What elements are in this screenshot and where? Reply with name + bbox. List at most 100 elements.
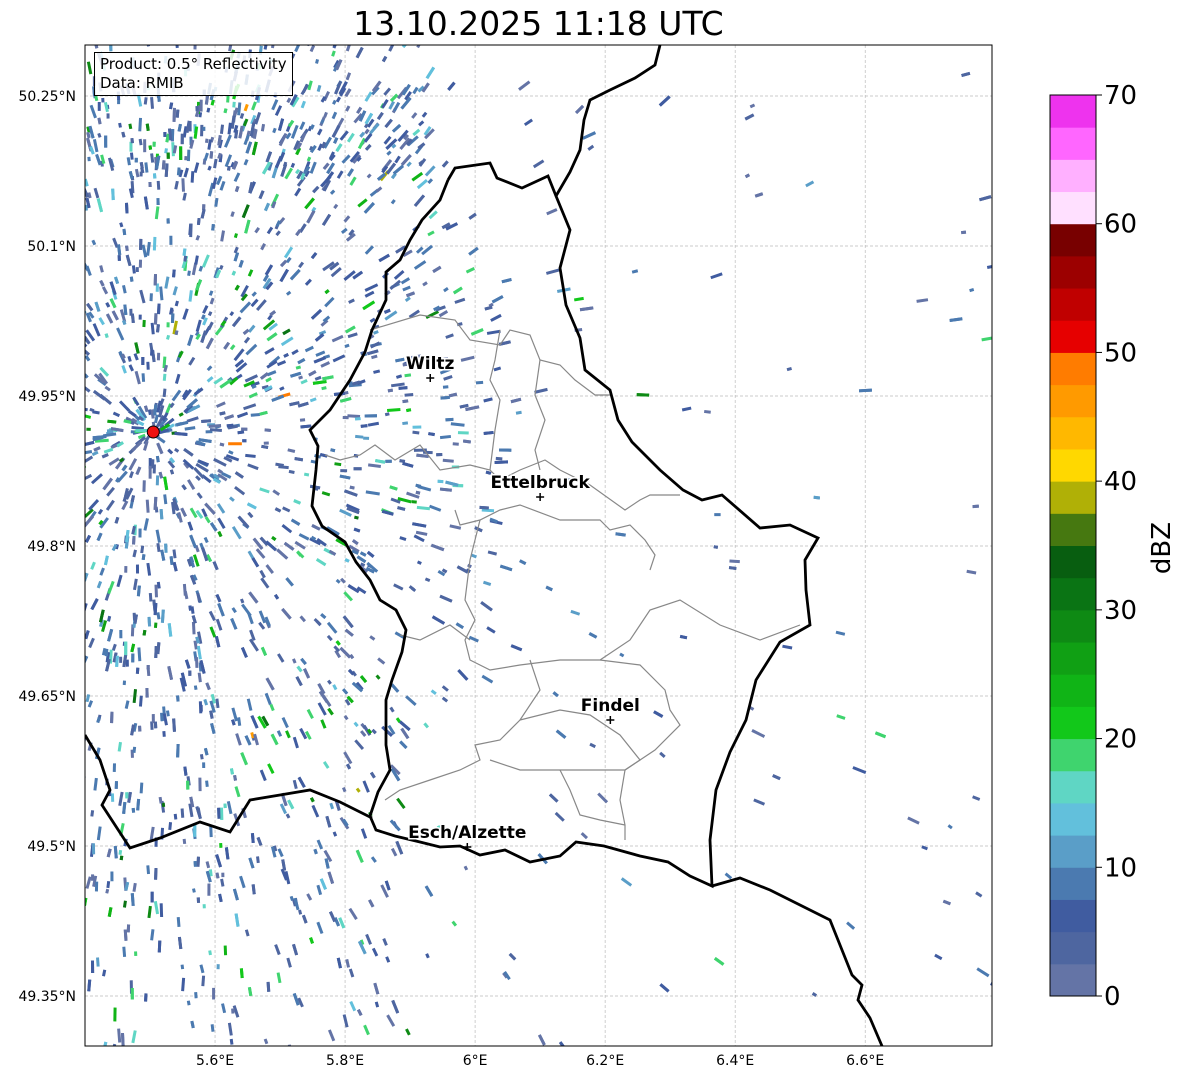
radar-echo [772,774,781,781]
radar-echo [121,500,129,511]
radar-echo [5,476,18,484]
radar-echo [46,206,55,218]
canton-border [454,504,656,571]
radar-echo [237,515,250,528]
radar-echo [353,527,361,533]
radar-echo [969,288,975,293]
radar-echo [363,202,375,214]
radar-echo [76,21,81,35]
radar-echo [428,504,442,512]
radar-echo [347,168,354,177]
radar-echo [72,351,79,358]
radar-echo [311,524,321,531]
radar-echo [363,133,373,143]
radar-echo [296,665,303,673]
radar-echo [275,230,281,237]
radar-echo [68,293,76,303]
radar-echo [631,269,639,274]
radar-echo [234,913,240,927]
radar-echo [176,917,181,928]
radar-echo [247,324,256,333]
radar-echo [4,143,11,154]
radar-echo [300,100,306,109]
colorbar-bin [1050,223,1096,257]
radar-echo [128,458,138,471]
radar-echo [340,227,348,234]
radar-echo [157,940,162,953]
radar-echo [62,19,68,29]
radar-echo [312,185,320,194]
radar-echo [402,285,411,292]
radar-echo [244,219,251,234]
radar-echo [31,415,38,419]
radar-echo [233,172,241,182]
radar-echo [244,929,250,937]
radar-echo [51,482,65,491]
radar-echo [120,1032,125,1046]
radar-echo [49,341,61,352]
radar-echo [395,374,403,379]
radar-echo [132,746,137,754]
lon-tick-label: 5.8°E [326,1053,364,1069]
radar-echo [349,1000,357,1012]
radar-echo [63,290,71,301]
radar-echo [378,253,390,263]
radar-echo [432,265,442,273]
radar-echo [349,653,355,660]
radar-echo [143,97,148,105]
radar-echo [314,375,322,381]
radar-echo [241,427,248,431]
radar-echo [229,344,236,351]
radar-echo [236,411,249,419]
radar-echo [751,729,766,738]
radar-echo [238,125,244,139]
radar-echo [146,241,151,256]
radar-echo [174,431,188,437]
radar-echo [298,261,305,269]
colorbar-bin [1050,384,1096,418]
radar-echo [161,160,166,170]
radar-echo [198,777,202,792]
radar-echo [360,424,368,428]
colorbar-bin [1050,835,1096,868]
radar-echo [448,392,458,398]
radar-echo [159,286,164,301]
radar-echo [588,632,598,639]
radar-echo [47,811,53,820]
radar-echo [308,370,317,377]
radar-echo [411,500,417,504]
radar-echo [874,731,887,739]
radar-echo [75,304,82,312]
radar-echo [130,313,135,324]
radar-echo [159,508,164,520]
radar-echo [386,1014,396,1027]
radar-echo [319,878,327,890]
radar-echo [174,373,181,384]
radar-echo [207,883,211,896]
radar-echo [178,412,184,417]
radar-echo [244,735,252,746]
radar-echo [393,269,405,280]
colorbar-bin [1050,95,1096,128]
colorbar-label: dBZ [1147,522,1177,574]
radar-echo [620,877,633,887]
radar-echo [72,351,79,358]
radar-echo [194,991,198,999]
radar-echo [744,113,755,121]
radar-echo [934,953,943,961]
data-source-label: Data: RMIB [100,74,184,92]
radar-echo [375,674,381,680]
radar-echo [66,586,73,594]
radar-echo [169,102,174,110]
lon-tick-label: 6.2°E [586,1053,624,1069]
radar-echo [142,319,146,328]
radar-echo [240,646,248,658]
colorbar-bin [1050,642,1096,675]
radar-echo [106,486,116,497]
radar-echo [554,811,565,822]
radar-echo [979,195,992,202]
radar-echo [266,332,278,342]
country-border-belgium-germany [554,45,662,197]
radar-echo [50,467,61,473]
radar-echo [182,583,187,596]
